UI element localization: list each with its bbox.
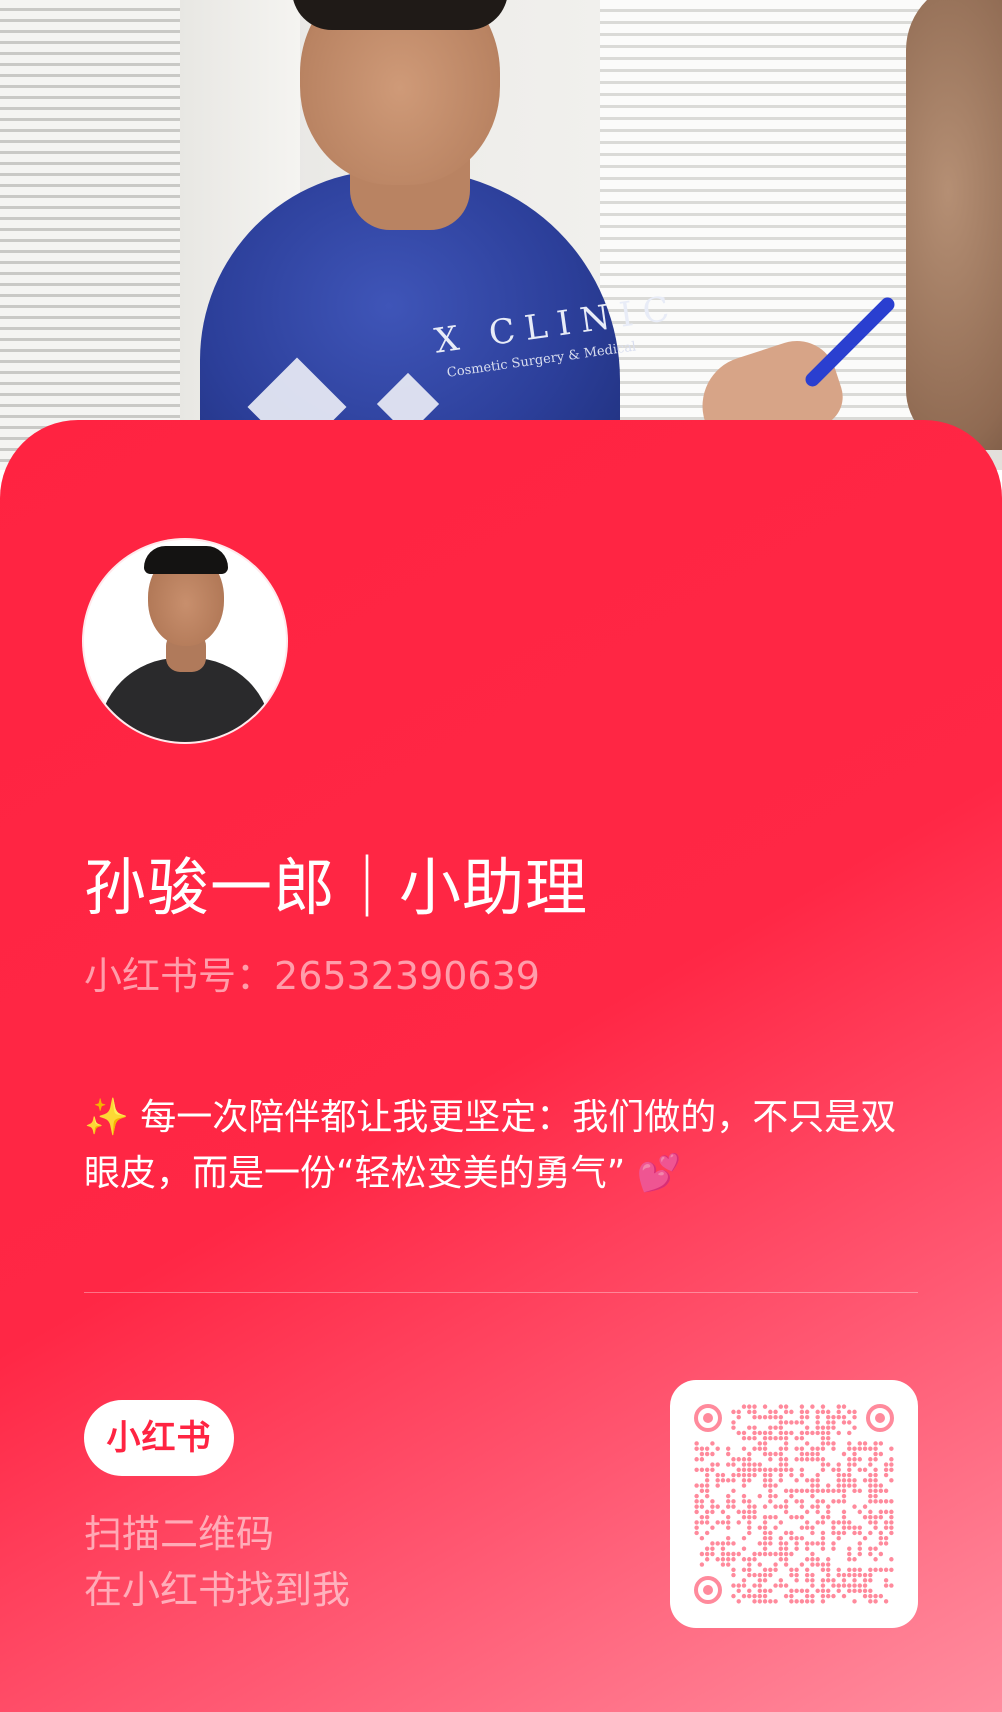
- qr-finder-top-right: [866, 1404, 894, 1432]
- cover-photo: X CLINIC Cosmetic Surgery & Medical: [0, 0, 1002, 470]
- hearts-icon: 💕: [636, 1153, 682, 1194]
- qr-code[interactable]: [670, 1380, 918, 1628]
- bio-text: 每一次陪伴都让我更坚定：我们做的，不只是双眼皮，而是一份“轻松变美的勇气”: [84, 1097, 897, 1194]
- xiaohongshu-id: 小红书号：26532390639: [84, 950, 540, 1002]
- patient-hair: [906, 0, 1002, 450]
- sparkle-icon: ✨: [84, 1097, 129, 1138]
- window-blinds-left: [0, 0, 190, 470]
- divider: [84, 1292, 918, 1293]
- doctor-hair: [292, 0, 508, 30]
- profile-name: 孙骏一郎｜小助理: [84, 851, 589, 924]
- avatar[interactable]: [84, 540, 286, 742]
- qr-finder-top-left: [694, 1404, 722, 1432]
- qr-code-icon: [694, 1404, 894, 1604]
- scan-instruction-line1: 扫描二维码: [84, 1512, 275, 1556]
- profile-card-page: X CLINIC Cosmetic Surgery & Medical 孙骏一郎…: [0, 0, 1002, 1712]
- qr-dots: [694, 1404, 894, 1604]
- qr-finder-bottom-left: [694, 1576, 722, 1604]
- avatar-hair: [144, 546, 228, 574]
- profile-card: 孙骏一郎｜小助理 小红书号：26532390639 ✨ 每一次陪伴都让我更坚定：…: [0, 420, 1002, 1712]
- scan-instruction-line2: 在小红书找到我: [84, 1568, 351, 1612]
- xiaohongshu-logo: 小红书: [84, 1400, 234, 1476]
- id-label: 小红书号：: [84, 954, 275, 998]
- profile-bio: ✨ 每一次陪伴都让我更坚定：我们做的，不只是双眼皮，而是一份“轻松变美的勇气” …: [84, 1090, 924, 1202]
- id-value: 26532390639: [274, 954, 540, 998]
